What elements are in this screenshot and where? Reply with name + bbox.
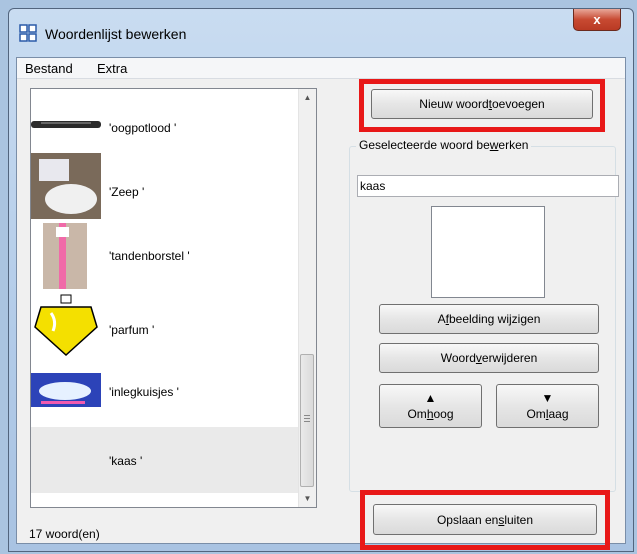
close-button[interactable]: x xyxy=(573,9,621,31)
scroll-down-arrow[interactable]: ▼ xyxy=(299,490,316,507)
move-down-label-start: Om xyxy=(526,406,546,421)
move-up-label: Omhoog xyxy=(407,407,453,421)
word-list[interactable]: 'oogpotlood ' 'Zeep ' 'tandenborstel ' '… xyxy=(30,88,317,508)
list-scrollbar[interactable]: ▲ ▼ xyxy=(298,89,316,507)
dialog-client-area: Bestand Extra 'oogpotlood ' 'Zeep ' 'tan… xyxy=(16,57,626,550)
delete-word-label: Woord xyxy=(440,351,476,365)
move-down-label: Omlaag xyxy=(526,407,568,421)
window-title: Woordenlijst bewerken xyxy=(45,26,187,42)
soap-image xyxy=(31,153,101,219)
move-up-label-hotkey: h xyxy=(426,406,434,421)
list-item[interactable]: 'inlegkuisjes ' xyxy=(31,361,299,425)
group-title: Geselecteerde woord bewerken xyxy=(356,138,532,152)
pads-image xyxy=(31,373,101,407)
add-word-label-end: oevoegen xyxy=(492,97,545,111)
word-input[interactable] xyxy=(357,175,619,197)
close-icon: x xyxy=(593,12,601,27)
list-item[interactable]: 'parfum ' xyxy=(31,293,299,359)
add-word-label: Nieuw woord xyxy=(419,97,489,111)
word-label: 'parfum ' xyxy=(109,323,155,337)
list-item[interactable]: 'oogpotlood ' xyxy=(31,99,299,149)
list-item[interactable]: 'Zeep ' xyxy=(31,151,299,221)
list-item[interactable]: 'tandenborstel ' xyxy=(31,223,299,291)
save-close-label-end: luiten xyxy=(504,512,534,527)
title-bar[interactable]: Woordenlijst bewerken x xyxy=(9,9,633,57)
pencil-image xyxy=(31,121,101,128)
list-item-selected[interactable]: 'kaas ' xyxy=(31,427,299,493)
delete-word-button[interactable]: Woord v erwijderen xyxy=(379,343,599,373)
word-label: 'kaas ' xyxy=(109,454,143,468)
add-word-button[interactable]: Nieuw woord t oevoegen xyxy=(371,89,593,119)
change-image-label: A xyxy=(437,312,446,326)
scroll-thumb[interactable] xyxy=(300,354,314,487)
word-label: 'tandenborstel ' xyxy=(109,249,190,263)
move-down-button[interactable]: ▼ Omlaag xyxy=(496,384,599,428)
word-count-status: 17 woord(en) xyxy=(29,527,100,541)
move-up-button[interactable]: ▲ Omhoog xyxy=(379,384,482,428)
perfume-image xyxy=(34,294,98,357)
word-label: 'inlegkuisjes ' xyxy=(109,385,179,399)
app-icon xyxy=(19,24,37,42)
menu-extra[interactable]: Extra xyxy=(97,61,127,76)
move-up-label-start: Om xyxy=(407,406,427,421)
change-image-button[interactable]: Af beelding wijzigen xyxy=(379,304,599,334)
group-title-end: erken xyxy=(498,138,529,152)
word-label: 'oogpotlood ' xyxy=(109,121,177,135)
toothbrush-image xyxy=(43,223,87,289)
save-close-label: Opslaan en xyxy=(436,512,499,527)
menu-bar: Bestand Extra xyxy=(17,58,625,79)
delete-word-label-end: erwijderen xyxy=(481,351,538,365)
arrow-down-icon: ▼ xyxy=(541,390,554,405)
word-label: 'Zeep ' xyxy=(109,185,145,199)
image-preview xyxy=(431,206,545,298)
menu-bestand[interactable]: Bestand xyxy=(25,61,73,76)
dialog-window: Woordenlijst bewerken x Bestand Extra 'o… xyxy=(8,8,634,552)
group-title-start: Geselecteerde woord be xyxy=(359,138,490,152)
arrow-up-icon: ▲ xyxy=(424,390,437,405)
change-image-label-end: beelding wijzigen xyxy=(448,312,541,326)
move-up-label-end: oog xyxy=(433,406,454,421)
move-down-label-end: aag xyxy=(548,406,569,421)
scroll-up-arrow[interactable]: ▲ xyxy=(299,89,316,106)
save-close-button[interactable]: Opslaan en s luiten xyxy=(373,504,597,535)
